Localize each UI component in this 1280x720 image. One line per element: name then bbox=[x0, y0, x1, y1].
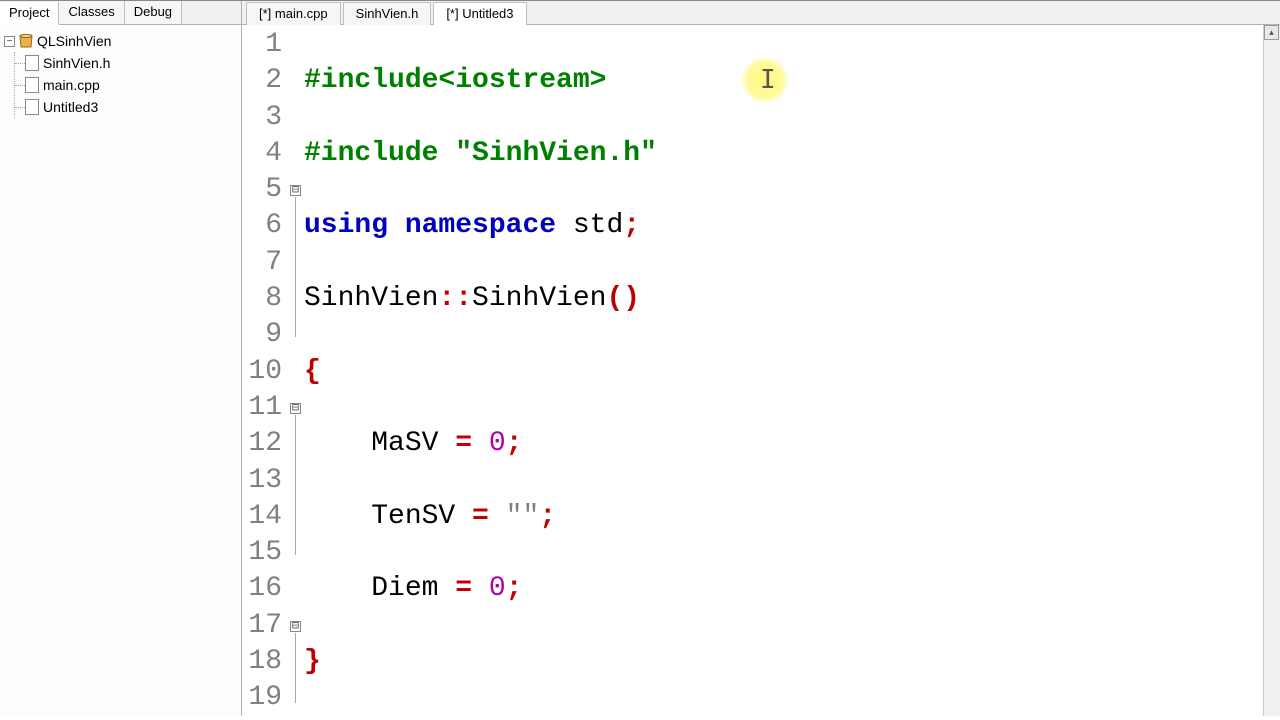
file-icon bbox=[25, 99, 39, 115]
tree-root[interactable]: − QLSinhVien bbox=[4, 30, 237, 52]
code-editor[interactable]: I 1 2 3 4 5 6 7 8 9 10 11 12 13 bbox=[242, 25, 1280, 716]
file-icon bbox=[25, 55, 39, 71]
editor-tabs: [*] main.cpp SinhVien.h [*] Untitled3 bbox=[242, 1, 1280, 25]
app-root: Project Classes Debug − QLSinhVien SinhV… bbox=[0, 1, 1280, 716]
sidebar-tab-classes[interactable]: Classes bbox=[59, 1, 124, 24]
fold-column: ⊟ ⊟ ⊟ bbox=[290, 27, 304, 716]
sidebar: Project Classes Debug − QLSinhVien SinhV… bbox=[0, 1, 242, 716]
tree-item-file[interactable]: SinhVien.h bbox=[15, 52, 237, 74]
scroll-up-icon[interactable]: ▴ bbox=[1264, 25, 1279, 40]
editor-tab[interactable]: [*] Untitled3 bbox=[433, 2, 526, 25]
file-name: SinhVien.h bbox=[43, 52, 110, 74]
sidebar-tab-debug[interactable]: Debug bbox=[125, 1, 182, 24]
tree-item-file[interactable]: main.cpp bbox=[15, 74, 237, 96]
fold-toggle-icon[interactable]: ⊟ bbox=[290, 621, 301, 632]
fold-toggle-icon[interactable]: ⊟ bbox=[290, 403, 301, 414]
file-icon bbox=[25, 77, 39, 93]
editor-tab[interactable]: [*] main.cpp bbox=[246, 2, 341, 25]
project-name: QLSinhVien bbox=[37, 30, 111, 52]
tree-collapse-icon[interactable]: − bbox=[4, 36, 15, 47]
line-number-gutter: 1 2 3 4 5 6 7 8 9 10 11 12 13 14 15 16 1 bbox=[242, 27, 290, 716]
sidebar-tabs: Project Classes Debug bbox=[0, 1, 241, 25]
fold-toggle-icon[interactable]: ⊟ bbox=[290, 185, 301, 196]
project-tree: − QLSinhVien SinhVien.h main.cpp Untitle… bbox=[0, 25, 241, 123]
code-content[interactable]: #include<iostream> #include "SinhVien.h"… bbox=[304, 27, 1280, 716]
file-name: main.cpp bbox=[43, 74, 100, 96]
vertical-scrollbar[interactable]: ▴ bbox=[1263, 25, 1280, 716]
editor-area: [*] main.cpp SinhVien.h [*] Untitled3 I … bbox=[242, 1, 1280, 716]
sidebar-tab-project[interactable]: Project bbox=[0, 2, 59, 25]
file-name: Untitled3 bbox=[43, 96, 98, 118]
project-icon bbox=[18, 33, 34, 49]
editor-tab[interactable]: SinhVien.h bbox=[343, 2, 432, 25]
tree-item-file[interactable]: Untitled3 bbox=[15, 96, 237, 118]
